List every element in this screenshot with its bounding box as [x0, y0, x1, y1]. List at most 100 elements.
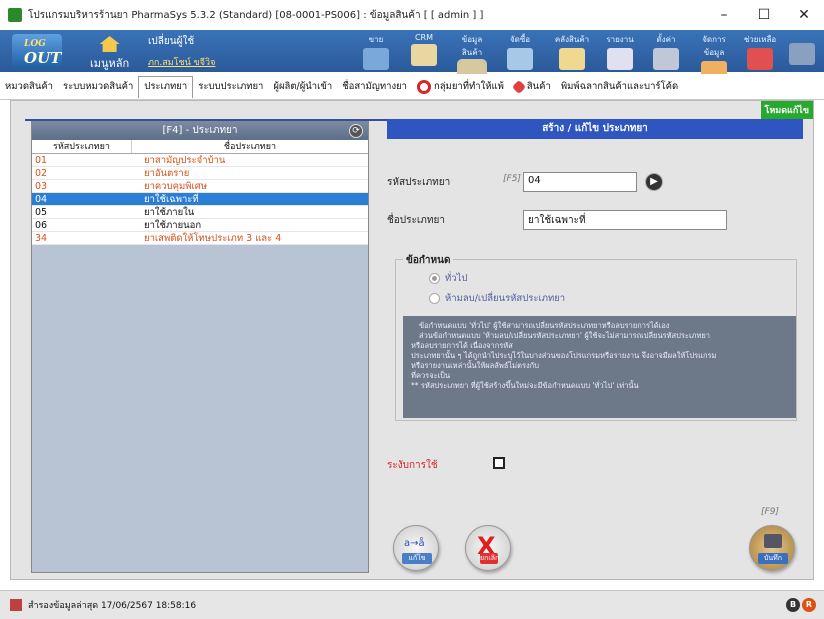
toolbar-item-label: รายงาน — [606, 35, 634, 44]
purchase-icon — [507, 48, 533, 70]
item-code: 34 — [35, 233, 48, 244]
tab-product-category[interactable]: หมวดสินค้า — [0, 76, 58, 98]
main-panel: โหมดแก้ไข [F4] - ประเภทยา ⟳ รหัสประเภทยา… — [10, 100, 814, 580]
radio-restrict[interactable]: ห้ามลบ/เปลี่ยนรหัสประเภทยา — [429, 291, 565, 306]
change-user-button[interactable]: เปลี่ยนผู้ใช้ ภก.สมโชน์ ขจีวิจ — [148, 34, 215, 69]
edit-icon: a→å — [404, 538, 425, 549]
report-icon — [607, 48, 633, 70]
drug-type-name-input[interactable]: ยาใช้เฉพาะที่ — [523, 210, 727, 230]
code-label: รหัสประเภทยา — [387, 177, 451, 188]
name-label: ชื่อประเภทยา — [387, 215, 445, 226]
item-name: ยาสามัญประจำบ้าน — [144, 155, 226, 166]
toolbar-item-label: ขาย — [368, 35, 384, 44]
toolbar-item-label: ช่วยเหลือ — [743, 35, 777, 44]
main-toolbar: LOG OUT เมนูหลัก เปลี่ยนผู้ใช้ ภก.สมโชน์… — [0, 30, 824, 85]
item-code: 04 — [35, 194, 48, 205]
column-header-code[interactable]: รหัสประเภทยา — [32, 140, 132, 153]
toolbar-item-window[interactable] — [782, 33, 822, 65]
item-code: 05 — [35, 207, 48, 218]
tab-product-category-system[interactable]: ระบบหมวดสินค้า — [58, 76, 138, 98]
list-item[interactable]: 02 ยาอันตราย — [32, 167, 368, 180]
toolbar-item-label: จัดซื้อ — [509, 35, 531, 44]
note-line: ** รหัสประเภทยา ที่ผู้ใช้สร้างขึ้นใหม่จะ… — [411, 381, 639, 390]
list-item[interactable]: 01 ยาสามัญประจำบ้าน — [32, 154, 368, 167]
r-icon[interactable]: R — [802, 598, 816, 612]
app-icon — [8, 8, 22, 22]
list-item[interactable]: 34 ยาเสพติดให้โทษประเภท 3 และ 4 — [32, 232, 368, 245]
list-title: [F4] - ประเภทยา — [162, 125, 238, 136]
title-bar: โปรแกรมบริหารร้านยา PharmaSys 5.3.2 (Sta… — [0, 0, 824, 30]
edit-button[interactable]: a→å แก้ไข — [393, 525, 439, 571]
note-line: หรือลบรายการได้ เนื่องจากรหัส — [411, 341, 513, 350]
column-header-name[interactable]: ชื่อประเภทยา — [132, 140, 368, 153]
maximize-button[interactable]: ☐ — [744, 0, 784, 30]
minimize-button[interactable]: – — [704, 0, 744, 30]
f9-hint: [F9] — [761, 507, 779, 517]
tab-manufacturer[interactable]: ผู้ผลิต/ผู้นำเข้า — [268, 76, 337, 98]
toolbar-item-inventory[interactable]: คลังสินค้า — [552, 33, 592, 70]
toolbar-item-report[interactable]: รายงาน — [600, 33, 640, 70]
toolbar-item-crm[interactable]: CRM — [404, 33, 444, 66]
toolbar-item-sales[interactable]: ขาย — [356, 33, 396, 70]
save-button-label: บันทึก — [758, 553, 788, 564]
save-button[interactable]: บันทึก — [749, 525, 795, 571]
sales-icon — [363, 48, 389, 70]
next-code-button[interactable]: ▶ — [645, 173, 663, 191]
window-icon — [789, 43, 815, 65]
window-title: โปรแกรมบริหารร้านยา PharmaSys 5.3.2 (Sta… — [28, 9, 484, 21]
toolbar-item-label: คลังสินค้า — [554, 35, 590, 44]
radio-restrict-label: ห้ามลบ/เปลี่ยนรหัสประเภทยา — [445, 293, 566, 304]
item-name: ยาเสพติดให้โทษประเภท 3 และ 4 — [144, 233, 282, 244]
radio-general[interactable]: ทั่วไป — [429, 271, 467, 286]
list-item[interactable]: 03 ยาควบคุมพิเศษ — [32, 180, 368, 193]
suspend-checkbox[interactable] — [493, 457, 505, 469]
toolbar-item-label: ข้อมูลสินค้า — [461, 35, 483, 57]
item-code: 02 — [35, 168, 48, 179]
crm-icon — [411, 44, 437, 66]
radio-dot — [429, 273, 440, 284]
tab-product[interactable]: สินค้า — [509, 76, 556, 98]
note-line: หรือรายงานเหล่านั้นให้ผลลัพธ์ไม่ตรงกับ — [411, 361, 539, 370]
list-item-selected[interactable]: 04 ยาใช้เฉพาะที่ — [32, 193, 368, 206]
inventory-icon — [559, 48, 585, 70]
item-code: 06 — [35, 220, 48, 231]
tab-print-labels[interactable]: พิมพ์ฉลากสินค้าและบาร์โค้ด — [556, 76, 683, 98]
b-icon[interactable]: B — [786, 598, 800, 612]
toolbar-item-label: ตั้งค่า — [656, 35, 676, 44]
list-item[interactable]: 06 ยาใช้ภายนอก — [32, 219, 368, 232]
list-item[interactable]: 05 ยาใช้ภายใน — [32, 206, 368, 219]
toolbar-item-help[interactable]: ช่วยเหลือ — [740, 33, 780, 70]
f5-hint: [F5] — [503, 174, 521, 184]
item-name: ยาใช้ภายนอก — [144, 220, 202, 231]
toolbar-item-label: CRM — [414, 33, 434, 42]
edit-button-label: แก้ไข — [402, 553, 432, 564]
tab-label: กลุ่มยาที่ทำให้แพ้ — [433, 80, 504, 92]
condition-title: ข้อกำหนด — [403, 253, 454, 268]
cancel-button[interactable]: X ยกเลิก — [465, 525, 511, 571]
note-line: ที่ควรจะเป็น — [411, 371, 451, 380]
home-menu-button[interactable]: เมนูหลัก — [90, 36, 129, 72]
tab-generic-name[interactable]: ชื่อสามัญทางยา — [337, 76, 412, 98]
backup-status: สำรองข้อมูลล่าสุด 17/06/2567 18:58:16 — [28, 601, 197, 611]
logout-button[interactable]: LOG OUT — [12, 34, 62, 68]
backup-icon — [10, 599, 22, 611]
toolbar-item-purchase[interactable]: จัดซื้อ — [500, 33, 540, 70]
tab-drug-type[interactable]: ประเภทยา — [138, 75, 194, 98]
note-line: ส่วนข้อกำหนดแบบ 'ห้ามลบ/เปลี่ยนรหัสประเภ… — [419, 331, 711, 340]
refresh-icon[interactable]: ⟳ — [349, 124, 363, 138]
save-icon — [764, 534, 782, 548]
condition-note: ข้อกำหนดแบบ 'ทั่วไป' ผู้ใช้สามารถเปลี่ยน… — [403, 316, 796, 418]
toolbar-item-settings[interactable]: ตั้งค่า — [646, 33, 686, 70]
item-code: 01 — [35, 155, 48, 166]
list-columns: รหัสประเภทยา ชื่อประเภทยา — [32, 140, 368, 154]
drug-type-code-input[interactable]: 04 — [523, 172, 637, 192]
ban-icon — [416, 79, 431, 94]
user-name: ภก.สมโชน์ ขจีวิจ — [148, 58, 216, 68]
tab-drug-type-system[interactable]: ระบบประเภทยา — [193, 76, 268, 98]
tab-allergy-group[interactable]: กลุ่มยาที่ทำให้แพ้ — [412, 76, 509, 98]
item-name: ยาใช้ภายใน — [144, 207, 195, 218]
suspend-label: ระงับการใช้ — [387, 460, 438, 471]
radio-general-label: ทั่วไป — [445, 273, 468, 284]
close-button[interactable]: ✕ — [784, 0, 824, 30]
note-line: ข้อกำหนดแบบ 'ทั่วไป' ผู้ใช้สามารถเปลี่ยน… — [419, 321, 670, 330]
